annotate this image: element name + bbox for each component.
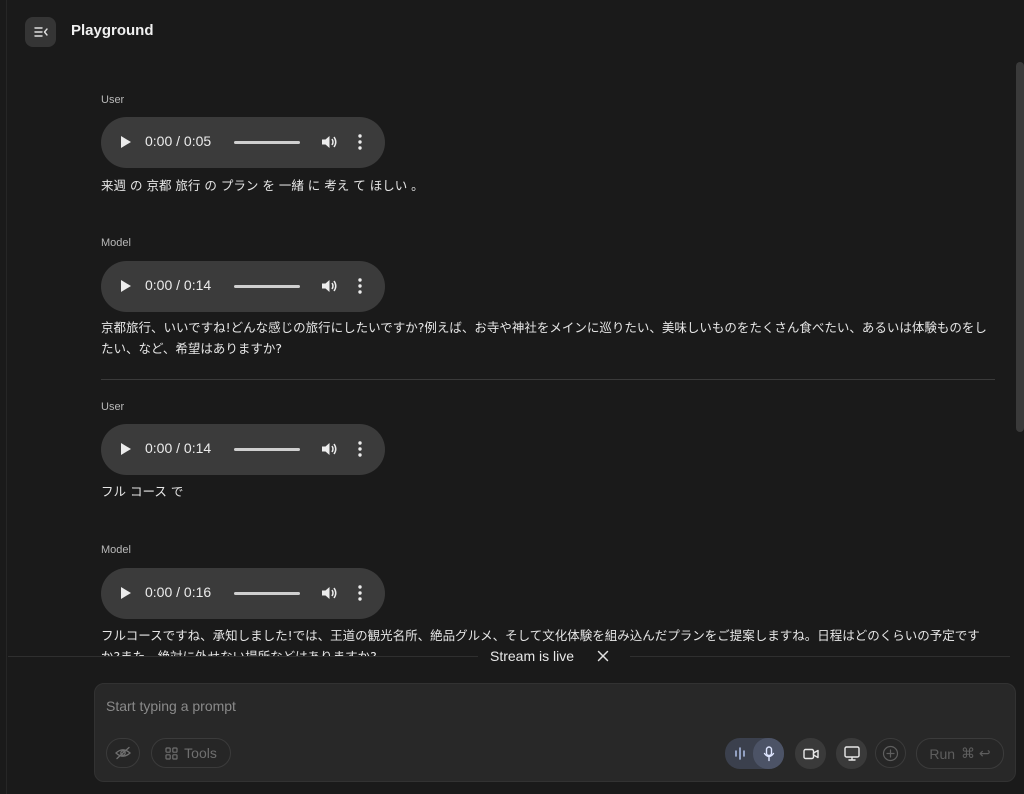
page-title: Playground <box>71 22 154 39</box>
plus-circle-icon <box>882 745 899 761</box>
audio-player[interactable]: 0:00 / 0:16 <box>101 568 385 619</box>
volume-icon[interactable] <box>321 441 338 457</box>
microphone-button[interactable] <box>753 738 784 769</box>
grid-icon <box>165 746 178 760</box>
message-text: 来週 の 京都 旅行 の プラン を 一緒 に 考え て ほしい 。 <box>101 178 424 193</box>
chat-message-model: Model 0:00 / 0:14 京都旅行、いいですね!どんな感じの旅行にした… <box>101 237 997 356</box>
run-shortcut: ⌘ ↩ <box>961 745 991 761</box>
audio-seek-bar[interactable] <box>234 285 300 288</box>
audio-seek-bar[interactable] <box>234 592 300 595</box>
screen-share-button[interactable] <box>836 738 867 769</box>
menu-collapse-icon <box>33 27 48 37</box>
collapse-sidebar-button[interactable] <box>25 17 56 47</box>
more-options-icon[interactable] <box>357 277 363 295</box>
volume-icon[interactable] <box>321 585 338 601</box>
chat-message-model: Model 0:00 / 0:16 フルコースですね、承知しました!では、王道の… <box>101 544 997 656</box>
run-label: Run <box>929 745 956 762</box>
stream-divider-left <box>8 656 478 657</box>
more-options-icon[interactable] <box>357 440 363 458</box>
audio-time: 0:00 / 0:14 <box>145 440 212 456</box>
turn-divider <box>101 379 995 380</box>
audio-time: 0:00 / 0:16 <box>145 584 212 600</box>
audio-player[interactable]: 0:00 / 0:05 <box>101 117 385 168</box>
volume-icon[interactable] <box>321 134 338 150</box>
close-icon[interactable] <box>596 649 610 663</box>
screen-share-icon <box>843 746 860 761</box>
play-icon[interactable] <box>121 587 131 599</box>
chat-history: User 0:00 / 0:05 来週 の 京都 旅行 の プラン を 一緒 に… <box>0 64 1012 656</box>
audio-player[interactable]: 0:00 / 0:14 <box>101 424 385 475</box>
tools-label: Tools <box>184 745 217 761</box>
header: Playground <box>0 0 1024 64</box>
play-icon[interactable] <box>121 443 131 455</box>
message-role: User <box>101 94 125 106</box>
audio-time: 0:00 / 0:05 <box>145 133 212 149</box>
tools-button[interactable]: Tools <box>151 738 231 768</box>
eye-off-icon <box>115 746 131 760</box>
camera-button[interactable] <box>795 738 826 769</box>
stream-status: Stream is live <box>490 648 575 664</box>
message-text: フル コース で <box>101 484 184 499</box>
add-media-button[interactable] <box>875 738 906 768</box>
chat-scrollbar[interactable] <box>1016 62 1024 432</box>
video-camera-icon <box>802 748 819 759</box>
message-role: Model <box>101 237 131 249</box>
message-text: 京都旅行、いいですね!どんな感じの旅行にしたいですか?例えば、お寺や神社をメイン… <box>101 320 987 356</box>
message-role: User <box>101 401 125 413</box>
volume-icon[interactable] <box>321 278 338 294</box>
prompt-input[interactable] <box>106 697 906 715</box>
microphone-icon <box>763 745 774 761</box>
chat-message-user: User 0:00 / 0:14 フル コース で <box>101 401 997 499</box>
audio-wave-icon[interactable] <box>734 746 746 761</box>
play-icon[interactable] <box>121 136 131 148</box>
play-icon[interactable] <box>121 280 131 292</box>
run-button[interactable]: Run ⌘ ↩ <box>916 738 1004 769</box>
audio-time: 0:00 / 0:14 <box>145 277 212 293</box>
audio-seek-bar[interactable] <box>234 141 300 144</box>
audio-seek-bar[interactable] <box>234 448 300 451</box>
more-options-icon[interactable] <box>357 133 363 151</box>
audio-player[interactable]: 0:00 / 0:14 <box>101 261 385 312</box>
message-role: Model <box>101 544 131 556</box>
hide-button[interactable] <box>106 738 140 768</box>
chat-message-user: User 0:00 / 0:05 来週 の 京都 旅行 の プラン を 一緒 に… <box>101 94 997 193</box>
voice-controls <box>725 738 784 769</box>
stream-divider-right <box>630 656 1010 657</box>
more-options-icon[interactable] <box>357 584 363 602</box>
